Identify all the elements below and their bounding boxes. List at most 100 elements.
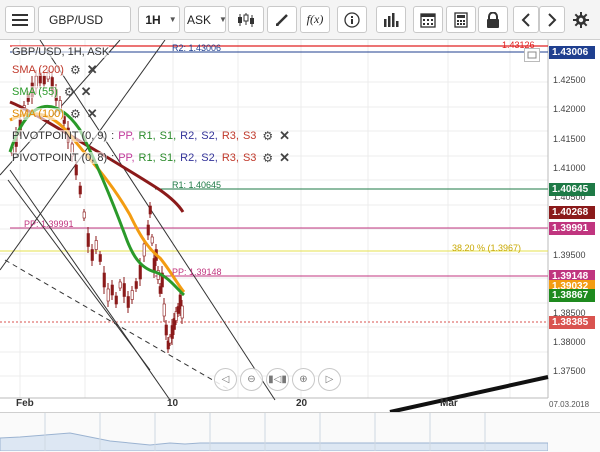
zoom-in-button[interactable]: ⊕ [292, 368, 315, 391]
bar-chart-icon [384, 12, 399, 27]
legend-sma100[interactable]: SMA (100) ⚙ ✕ [12, 106, 98, 122]
candle-body [94, 240, 98, 250]
pivot-r1-label: R1, [138, 152, 156, 164]
lock-button[interactable] [478, 6, 508, 33]
candle-body [126, 296, 130, 308]
gear-icon[interactable]: ⚙ [64, 85, 75, 99]
date-readout: 07.03.2018 [549, 400, 590, 409]
volume-button[interactable] [376, 6, 406, 33]
sma200-label: SMA (200) [12, 64, 64, 76]
scroll-forward-button[interactable] [539, 6, 565, 33]
indicator-button[interactable]: f(x) [300, 6, 330, 33]
time-axis: Feb 10 20 Mar [0, 398, 548, 412]
info-button[interactable] [337, 6, 367, 33]
chevron-down-icon: ▼ [168, 15, 177, 24]
candle-body [110, 284, 114, 296]
scroll-left-button[interactable]: ◁ [214, 368, 237, 391]
candle-body [90, 249, 94, 261]
legend-sma200[interactable]: SMA (200) ⚙ ✕ [12, 62, 98, 78]
candle-body [122, 283, 126, 297]
chart-navigator[interactable] [0, 412, 600, 452]
candle-body [106, 288, 110, 302]
pivot-s3-label: S3 [242, 152, 257, 164]
time-label-feb: Feb [16, 398, 34, 409]
legend-pivot1[interactable]: PIVOTPOINT (0, 9) : PP, R1, S1, R2, S2, … [12, 128, 290, 144]
price-side-selector[interactable]: ASK ▼ [184, 6, 227, 33]
fib-level-label: 38.20 % (1.3967) [452, 243, 522, 253]
r2-level-label: R2: 1.43006 [172, 43, 222, 53]
draw-pencil-icon [276, 13, 288, 26]
close-icon[interactable]: ✕ [279, 150, 290, 166]
close-icon[interactable]: ✕ [279, 128, 290, 144]
candle-body [78, 185, 82, 195]
interval-selector[interactable]: 1H ▼ [138, 6, 180, 33]
symbol-label: GBP/USD [49, 12, 104, 27]
menu-icon [12, 13, 28, 26]
candle-body [118, 281, 122, 289]
scroll-left-icon: ◁ [221, 374, 230, 385]
legend-sma55[interactable]: SMA (55) ⚙ ✕ [12, 84, 92, 100]
pivot-s2-label: S2, [201, 152, 218, 164]
chart-toolbar: GBP/USD 1H ▼ ASK ▼ f(x) [0, 0, 600, 40]
settings-button[interactable] [568, 6, 594, 33]
candlestick-icon [238, 12, 254, 27]
candle-body [82, 211, 86, 219]
pivot-r3-label: R3, [221, 130, 239, 142]
pp2-level-label: PP: 1.39148 [172, 267, 222, 277]
close-icon[interactable]: ✕ [87, 106, 98, 122]
chart-area[interactable]: GBP/USD, 1H, ASK SMA (200) ⚙ ✕ SMA (55) … [0, 40, 600, 412]
pp1-level-label: PP: 1.39991 [24, 219, 74, 229]
price-tick: 1.42500 [553, 75, 586, 86]
price-tag: 1.38867 [549, 289, 595, 302]
price-tag: 1.39991 [549, 222, 595, 235]
arrow-right-icon [548, 12, 557, 27]
expand-button[interactable] [524, 48, 540, 62]
price-tag: 1.38385 [549, 316, 595, 329]
symbol-selector[interactable]: GBP/USD [38, 6, 131, 33]
close-icon[interactable]: ✕ [81, 84, 92, 100]
pivot2-label: PIVOTPOINT (0, 8) [12, 152, 108, 164]
candle-body [98, 254, 102, 262]
gear-icon[interactable]: ⚙ [70, 107, 81, 121]
reset-zoom-button[interactable]: ▮◁▮ [266, 368, 289, 391]
candle-body [162, 303, 166, 317]
price-tag: 1.43006 [549, 46, 595, 59]
calendar-icon [420, 12, 436, 28]
candle-body [114, 295, 118, 305]
pivot-s1-label: S1, [159, 152, 177, 164]
navigator-area[interactable] [0, 413, 549, 452]
candle-body [158, 286, 162, 294]
pivot-r2-label: R2, [180, 130, 198, 142]
zoom-out-button[interactable]: ⊖ [240, 368, 263, 391]
draw-button[interactable] [267, 6, 297, 33]
chart-type-button[interactable] [228, 6, 264, 33]
calculator-button[interactable] [446, 6, 476, 33]
chart-title: GBP/USD, 1H, ASK [12, 46, 110, 58]
zoom-out-icon: ⊖ [247, 374, 256, 385]
scroll-right-icon: ▷ [325, 374, 334, 385]
gear-icon[interactable]: ⚙ [262, 129, 273, 143]
price-tick: 1.37500 [553, 366, 586, 376]
scroll-right-button[interactable]: ▷ [318, 368, 341, 391]
scroll-back-button[interactable] [513, 6, 539, 33]
legend-pivot2[interactable]: PIVOTPOINT (0, 8) : PP, R1, S1, R2, S2, … [12, 150, 290, 166]
price-tick: 1.42000 [553, 104, 586, 115]
gear-icon[interactable]: ⚙ [262, 151, 273, 165]
close-icon[interactable]: ✕ [87, 62, 98, 78]
candle-body [134, 281, 138, 289]
candle-body [86, 233, 90, 247]
pivot-colon: : [111, 130, 115, 142]
time-label-mar: Mar [440, 398, 458, 409]
price-tag: 1.40268 [549, 206, 595, 219]
sma55-label: SMA (55) [12, 86, 58, 98]
calendar-button[interactable] [413, 6, 443, 33]
pivot-s1-label: S1, [159, 130, 177, 142]
price-tick: 1.41500 [553, 133, 586, 144]
gear-icon[interactable]: ⚙ [70, 63, 81, 77]
info-icon [344, 11, 360, 28]
menu-button[interactable] [5, 6, 35, 33]
indicator-fx-icon: f(x) [306, 12, 324, 26]
pivot1-label: PIVOTPOINT (0, 9) [12, 130, 108, 142]
reset-zoom-icon: ▮◁▮ [268, 374, 287, 385]
calculator-icon [454, 11, 468, 28]
